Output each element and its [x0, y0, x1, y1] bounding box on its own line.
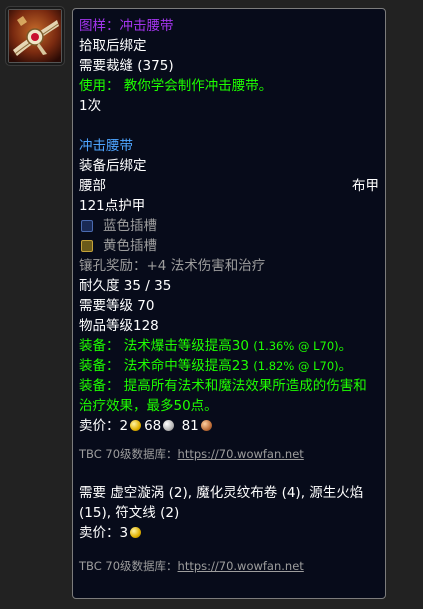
use-label: 使用： — [79, 78, 120, 94]
socket-yellow: 黄色插槽 — [79, 236, 379, 256]
socket-label: 蓝色插槽 — [103, 218, 157, 234]
equip-label: 装备： — [79, 338, 120, 354]
pattern-required-skill: 需要裁缝 (375) — [79, 58, 174, 74]
copper-amount: 81 — [181, 418, 199, 434]
sell-label: 卖价： — [79, 525, 120, 541]
blue-socket-icon — [81, 220, 93, 232]
item-sell-price: 卖价：2 68 81 — [79, 416, 379, 436]
database-link[interactable]: https://70.wowfan.net — [178, 447, 304, 461]
database-line: TBC 70级数据库：https://70.wowfan.net — [79, 445, 379, 463]
equip-text: 法术命中等级提高23 — [123, 358, 249, 374]
item-level: 物品等级128 — [79, 318, 159, 334]
copper-coin-icon — [200, 420, 212, 431]
database-line-2: TBC 70级数据库：https://70.wowfan.net — [79, 557, 379, 575]
equip-note: (1.82% @ L70) — [253, 359, 339, 373]
belt-icon-art — [9, 10, 61, 62]
use-text: 教你学会制作冲击腰带。 — [123, 78, 273, 94]
silver-amount: 68 — [144, 418, 162, 434]
reagents-line: 需要 虚空漩涡 (2), 魔化灵纹布卷 (4), 源生火焰 (15), 符文线 … — [79, 485, 364, 521]
item-armor-type: 布甲 — [352, 178, 379, 194]
pattern-bind: 拾取后绑定 — [79, 38, 147, 54]
equip-text: 法术爆击等级提高30 — [123, 338, 249, 354]
equip-line-crit: 装备： 法术爆击等级提高30 (1.36% @ L70)。 — [79, 336, 379, 356]
item-armor: 121点护甲 — [79, 198, 146, 214]
yellow-socket-icon — [81, 240, 93, 252]
equip-line-spell-damage: 装备： 提高所有法术和魔法效果所造成的伤害和治疗效果，最多50点。 — [79, 376, 379, 416]
database-link[interactable]: https://70.wowfan.net — [178, 559, 304, 573]
pattern-use-line: 使用： 教你学会制作冲击腰带。 — [79, 76, 379, 96]
required-level: 需要等级 70 — [79, 298, 155, 314]
equip-text: 提高所有法术和魔法效果所造成的伤害和治疗效果，最多50点。 — [79, 378, 367, 414]
database-label: TBC 70级数据库： — [79, 559, 178, 573]
equip-label: 装备： — [79, 358, 120, 374]
pattern-charges: 1次 — [79, 98, 102, 114]
gold-coin-icon — [130, 420, 142, 431]
pattern-title: 图样：冲击腰带 — [79, 18, 174, 34]
equip-note: (1.36% @ L70) — [253, 339, 339, 353]
gold-amount: 3 — [119, 525, 129, 541]
item-name: 冲击腰带 — [79, 138, 133, 154]
equip-line-hit: 装备： 法术命中等级提高23 (1.82% @ L70)。 — [79, 356, 379, 376]
sell-label: 卖价： — [79, 418, 120, 434]
item-slot: 腰部 — [79, 178, 106, 194]
equip-tail: 。 — [338, 338, 353, 354]
gold-amount: 2 — [119, 418, 129, 434]
recipe-sell-price: 卖价：3 — [79, 523, 379, 543]
silver-coin-icon — [163, 420, 175, 431]
gold-coin-icon — [130, 527, 142, 538]
socket-label: 黄色插槽 — [103, 238, 157, 254]
item-bind: 装备后绑定 — [79, 158, 147, 174]
belt-item-icon[interactable] — [5, 6, 65, 66]
equip-tail: 。 — [338, 358, 353, 374]
durability: 耐久度 35 / 35 — [79, 278, 172, 294]
database-label: TBC 70级数据库： — [79, 447, 178, 461]
socket-blue: 蓝色插槽 — [79, 216, 379, 236]
item-tooltip: 图样：冲击腰带 拾取后绑定 需要裁缝 (375) 使用： 教你学会制作冲击腰带。… — [72, 8, 386, 599]
item-slot-row: 腰部 布甲 — [79, 176, 379, 196]
socket-bonus: 镶孔奖励：+4 法术伤害和治疗 — [79, 258, 266, 274]
equip-label: 装备： — [79, 378, 120, 394]
